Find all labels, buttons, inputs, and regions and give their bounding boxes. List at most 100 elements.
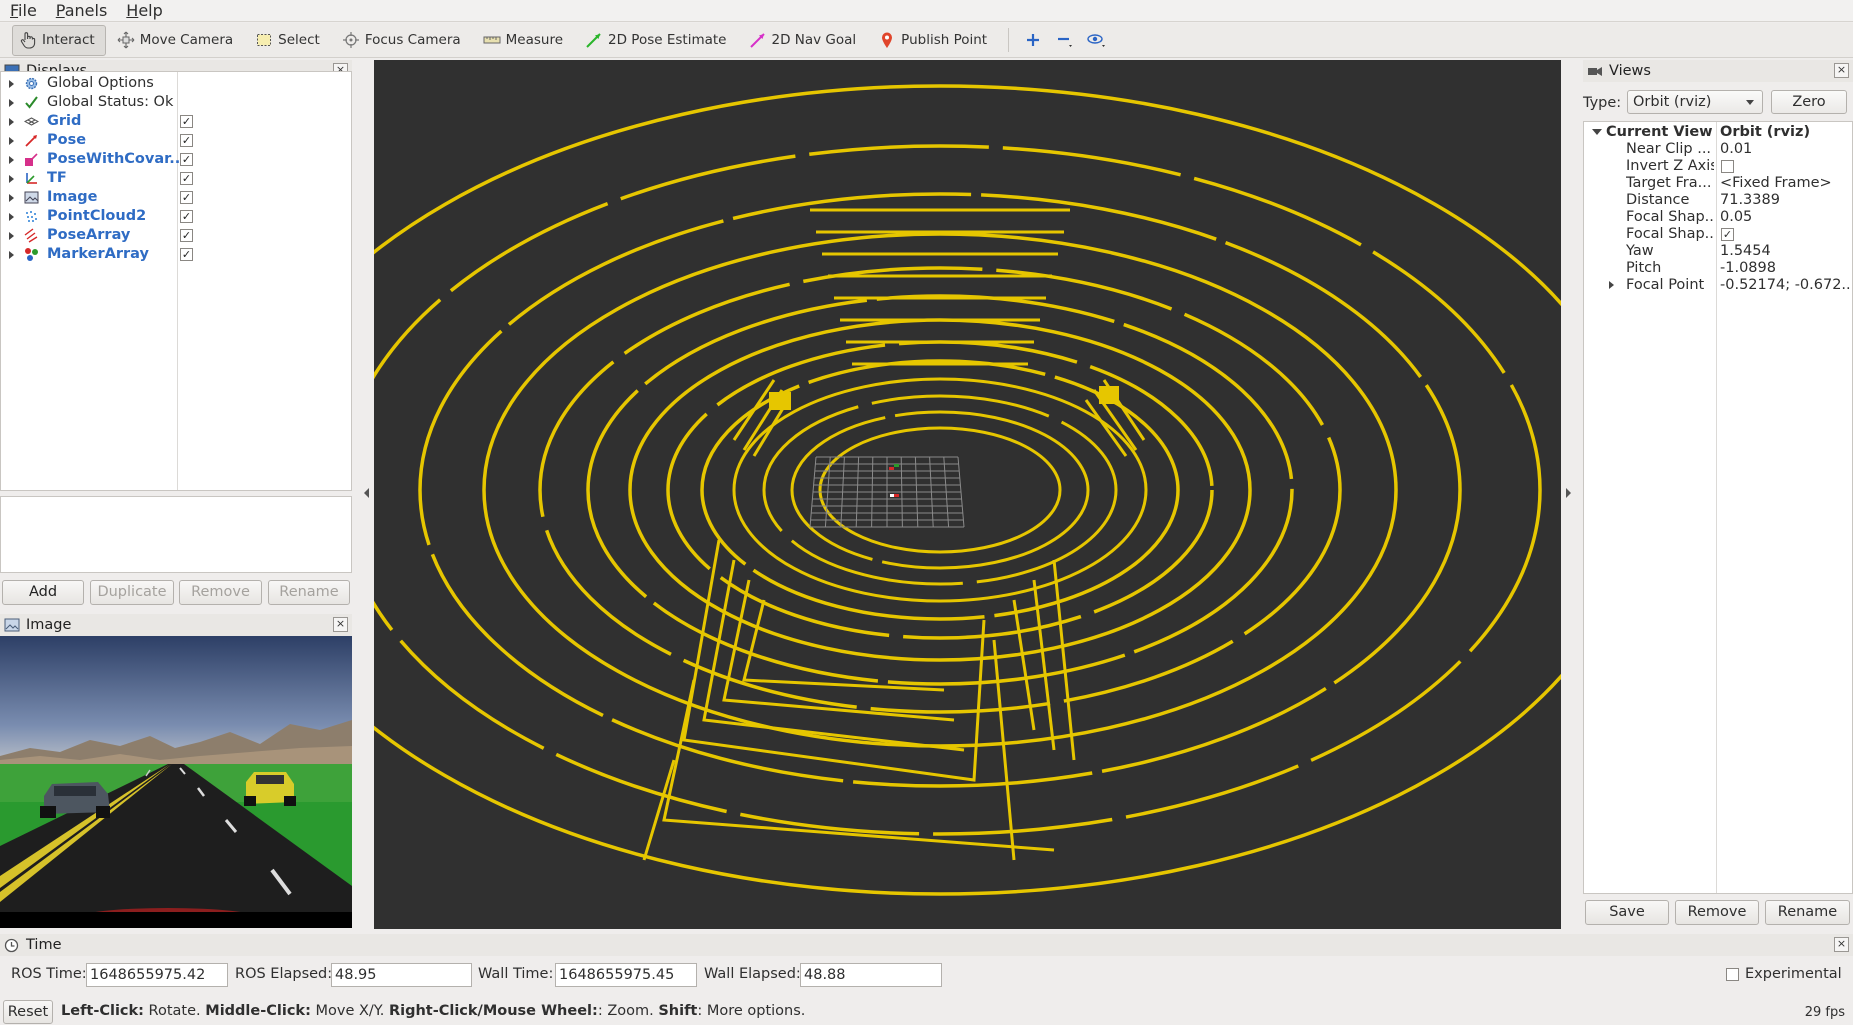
displays-tree: Global Options Global Status: Ok Grid ✓ Pose…	[0, 71, 352, 491]
3d-render-view[interactable]	[238, 60, 1642, 929]
view-prop-checkbox[interactable]	[1721, 160, 1734, 173]
save-view-button[interactable]: Save	[1585, 900, 1669, 925]
interact-tool-button[interactable]: Interact	[12, 24, 106, 56]
checkmark-icon	[24, 95, 39, 110]
display-item-image[interactable]: Image ✓	[1, 188, 351, 207]
view-prop-value[interactable]: 71.3389	[1720, 192, 1850, 208]
remove-view-button[interactable]: Remove	[1675, 900, 1759, 925]
ros-elapsed-field[interactable]: 48.95	[331, 963, 472, 987]
view-prop-focal-shap[interactable]: Focal Shap... 0.05	[1584, 209, 1852, 226]
measure-tool-button[interactable]: Measure	[476, 25, 574, 56]
grid-line	[871, 456, 874, 528]
expand-arrow-icon[interactable]	[9, 213, 14, 221]
view-prop-value[interactable]: 1.5454	[1720, 243, 1850, 259]
ros-elapsed-label: ROS Elapsed:	[235, 966, 333, 982]
menu-panels[interactable]: Panels	[56, 1, 108, 20]
expand-arrow-icon[interactable]	[9, 118, 14, 126]
views-close-button[interactable]: ×	[1834, 63, 1849, 78]
status-bar: Reset Left-Click: Rotate. Middle-Click: …	[0, 998, 1853, 1025]
select-tool-button[interactable]: Select	[248, 25, 331, 56]
view-prop-yaw[interactable]: Yaw 1.5454	[1584, 243, 1852, 260]
expand-arrow-icon[interactable]	[9, 137, 14, 145]
rename-display-button[interactable]: Rename	[268, 580, 350, 605]
display-enabled-checkbox[interactable]: ✓	[180, 153, 193, 166]
view-prop-invert-z-axis[interactable]: Invert Z Axis	[1584, 158, 1852, 175]
view-prop-value[interactable]: 0.05	[1720, 209, 1850, 225]
remove-tool-icon[interactable]	[1051, 26, 1079, 54]
magenta-arrow-icon	[749, 31, 767, 49]
expand-arrow-icon[interactable]	[9, 156, 14, 164]
display-item-posearray[interactable]: PoseArray ✓	[1, 226, 351, 245]
expand-right-icon[interactable]	[1609, 281, 1614, 289]
display-enabled-checkbox[interactable]: ✓	[180, 229, 193, 242]
expand-arrow-icon[interactable]	[9, 99, 14, 107]
view-prop-focal-point[interactable]: Focal Point -0.52174; -0.672...	[1584, 277, 1852, 294]
display-item-label: Global Options	[47, 75, 154, 91]
view-prop-value[interactable]: -1.0898	[1720, 260, 1850, 276]
expand-arrow-icon[interactable]	[9, 175, 14, 183]
display-enabled-checkbox[interactable]: ✓	[180, 248, 193, 261]
view-prop-checkbox[interactable]: ✓	[1721, 228, 1734, 241]
expand-arrow-icon[interactable]	[9, 194, 14, 202]
wall-elapsed-field[interactable]: 48.88	[800, 963, 942, 987]
view-prop-key: Focal Shap...	[1626, 209, 1714, 225]
add-display-button[interactable]: Add	[2, 580, 84, 605]
display-item-global-options[interactable]: Global Options	[1, 74, 351, 93]
display-description-box	[0, 496, 352, 573]
nav-goal-tool-button[interactable]: 2D Nav Goal	[742, 25, 868, 56]
experimental-checkbox[interactable]	[1726, 968, 1739, 981]
expand-arrow-icon[interactable]	[9, 80, 14, 88]
collapse-left-arrow[interactable]	[364, 488, 369, 498]
move-camera-tool-button[interactable]: Move Camera	[110, 25, 244, 56]
view-prop-key: Invert Z Axis	[1626, 158, 1714, 174]
type-label: Type:	[1583, 95, 1622, 111]
rename-view-button[interactable]: Rename	[1765, 900, 1850, 925]
view-prop-value[interactable]: <Fixed Frame>	[1720, 175, 1850, 191]
focus-camera-tool-button[interactable]: Focus Camera	[335, 25, 472, 56]
display-item-label: MarkerArray	[47, 246, 149, 262]
view-prop-value[interactable]: 0.01	[1720, 141, 1850, 157]
wall-time-field[interactable]: 1648655975.45	[555, 963, 697, 987]
add-tool-icon[interactable]	[1019, 26, 1047, 54]
publish-point-tool-button[interactable]: Publish Point	[871, 25, 998, 56]
display-item-pose[interactable]: Pose ✓	[1, 131, 351, 150]
camera-eye-icon[interactable]	[1083, 26, 1111, 54]
ros-time-field[interactable]: 1648655975.42	[86, 963, 228, 987]
view-prop-focal-shap[interactable]: Focal Shap... ✓	[1584, 226, 1852, 243]
view-prop-value[interactable]: -0.52174; -0.672...	[1720, 277, 1850, 293]
collapse-right-arrow[interactable]	[1566, 488, 1571, 498]
expand-down-icon[interactable]	[1592, 129, 1602, 135]
display-item-posewithcovar[interactable]: PoseWithCovar... ✓	[1, 150, 351, 169]
reset-button[interactable]: Reset	[3, 1000, 53, 1024]
menu-file[interactable]: File	[10, 1, 37, 20]
display-enabled-checkbox[interactable]: ✓	[180, 210, 193, 223]
time-title: Time	[26, 937, 62, 953]
current-view-row[interactable]: Current View Orbit (rviz)	[1584, 124, 1852, 141]
display-item-markerarray[interactable]: MarkerArray ✓	[1, 245, 351, 264]
display-item-global-status-ok[interactable]: Global Status: Ok	[1, 93, 351, 112]
display-enabled-checkbox[interactable]: ✓	[180, 191, 193, 204]
view-prop-near-clip[interactable]: Near Clip ... 0.01	[1584, 141, 1852, 158]
expand-arrow-icon[interactable]	[9, 251, 14, 259]
time-close-button[interactable]: ×	[1834, 937, 1849, 952]
view-type-select[interactable]: Orbit (rviz)	[1627, 90, 1763, 114]
display-enabled-checkbox[interactable]: ✓	[180, 134, 193, 147]
display-item-grid[interactable]: Grid ✓	[1, 112, 351, 131]
display-item-pointcloud2[interactable]: PointCloud2 ✓	[1, 207, 351, 226]
wall-block	[769, 392, 791, 410]
display-item-label: Grid	[47, 113, 82, 129]
view-prop-target-fra[interactable]: Target Fra... <Fixed Frame>	[1584, 175, 1852, 192]
menu-help[interactable]: Help	[126, 1, 162, 20]
view-prop-distance[interactable]: Distance 71.3389	[1584, 192, 1852, 209]
zero-button[interactable]: Zero	[1771, 90, 1847, 114]
remove-display-button[interactable]: Remove	[179, 580, 262, 605]
view-prop-pitch[interactable]: Pitch -1.0898	[1584, 260, 1852, 277]
view-prop-key: Distance	[1626, 192, 1690, 208]
display-item-tf[interactable]: TF ✓	[1, 169, 351, 188]
display-enabled-checkbox[interactable]: ✓	[180, 115, 193, 128]
duplicate-display-button[interactable]: Duplicate	[90, 580, 174, 605]
pose-estimate-tool-button[interactable]: 2D Pose Estimate	[578, 25, 737, 56]
expand-arrow-icon[interactable]	[9, 232, 14, 240]
image-close-button[interactable]: ×	[333, 617, 348, 632]
display-enabled-checkbox[interactable]: ✓	[180, 172, 193, 185]
